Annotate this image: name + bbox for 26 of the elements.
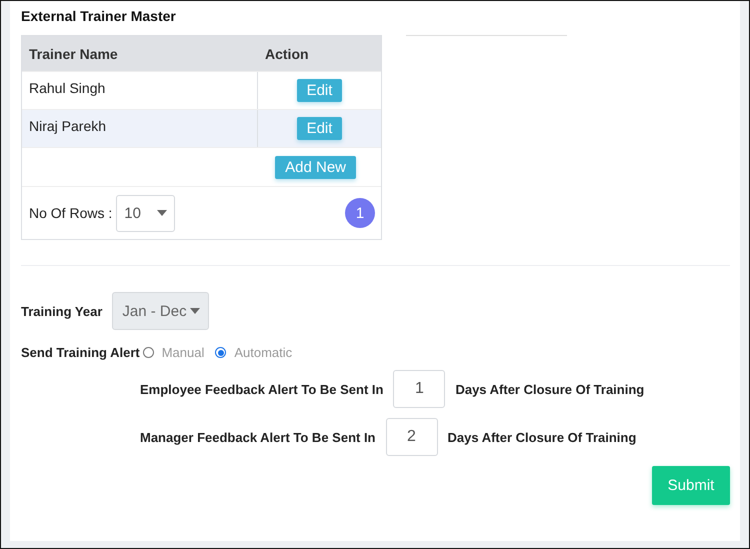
column-header: Trainer Name xyxy=(28,46,119,62)
days-input[interactable]: 2 xyxy=(386,418,438,456)
field-label: Employee Feedback Alert To Be Sent In xyxy=(140,382,384,396)
submit-button[interactable]: Submit xyxy=(652,466,730,505)
radio-button[interactable] xyxy=(142,347,154,358)
rows-select[interactable]: 10 xyxy=(116,194,176,232)
field-label: Days After Closure Of Training xyxy=(455,382,644,396)
column-header: Action xyxy=(264,46,310,62)
table-cell: Rahul Singh xyxy=(29,80,106,96)
caret-icon xyxy=(157,210,168,216)
days-input[interactable]: 1 xyxy=(393,370,446,408)
page-button[interactable]: 1 xyxy=(345,198,375,228)
field-label: Days After Closure Of Training xyxy=(448,430,636,444)
field-label: Send Training Alert xyxy=(21,345,140,360)
radio-button[interactable] xyxy=(215,347,226,358)
field-label: Manager Feedback Alert To Be Sent In xyxy=(140,430,376,444)
radio-label: Manual xyxy=(162,345,204,360)
edit-button[interactable]: Edit xyxy=(296,79,342,102)
edit-button[interactable]: Edit xyxy=(296,117,342,140)
field-label: Training Year xyxy=(21,304,102,318)
rows-label: No Of Rows : xyxy=(29,205,112,221)
radio-label: Automatic xyxy=(234,345,292,360)
caret-icon xyxy=(190,308,200,314)
table-cell: Niraj Parekh xyxy=(29,118,106,134)
add-new-button[interactable]: Add New xyxy=(275,156,356,178)
section-title: External Trainer Master xyxy=(21,8,177,24)
